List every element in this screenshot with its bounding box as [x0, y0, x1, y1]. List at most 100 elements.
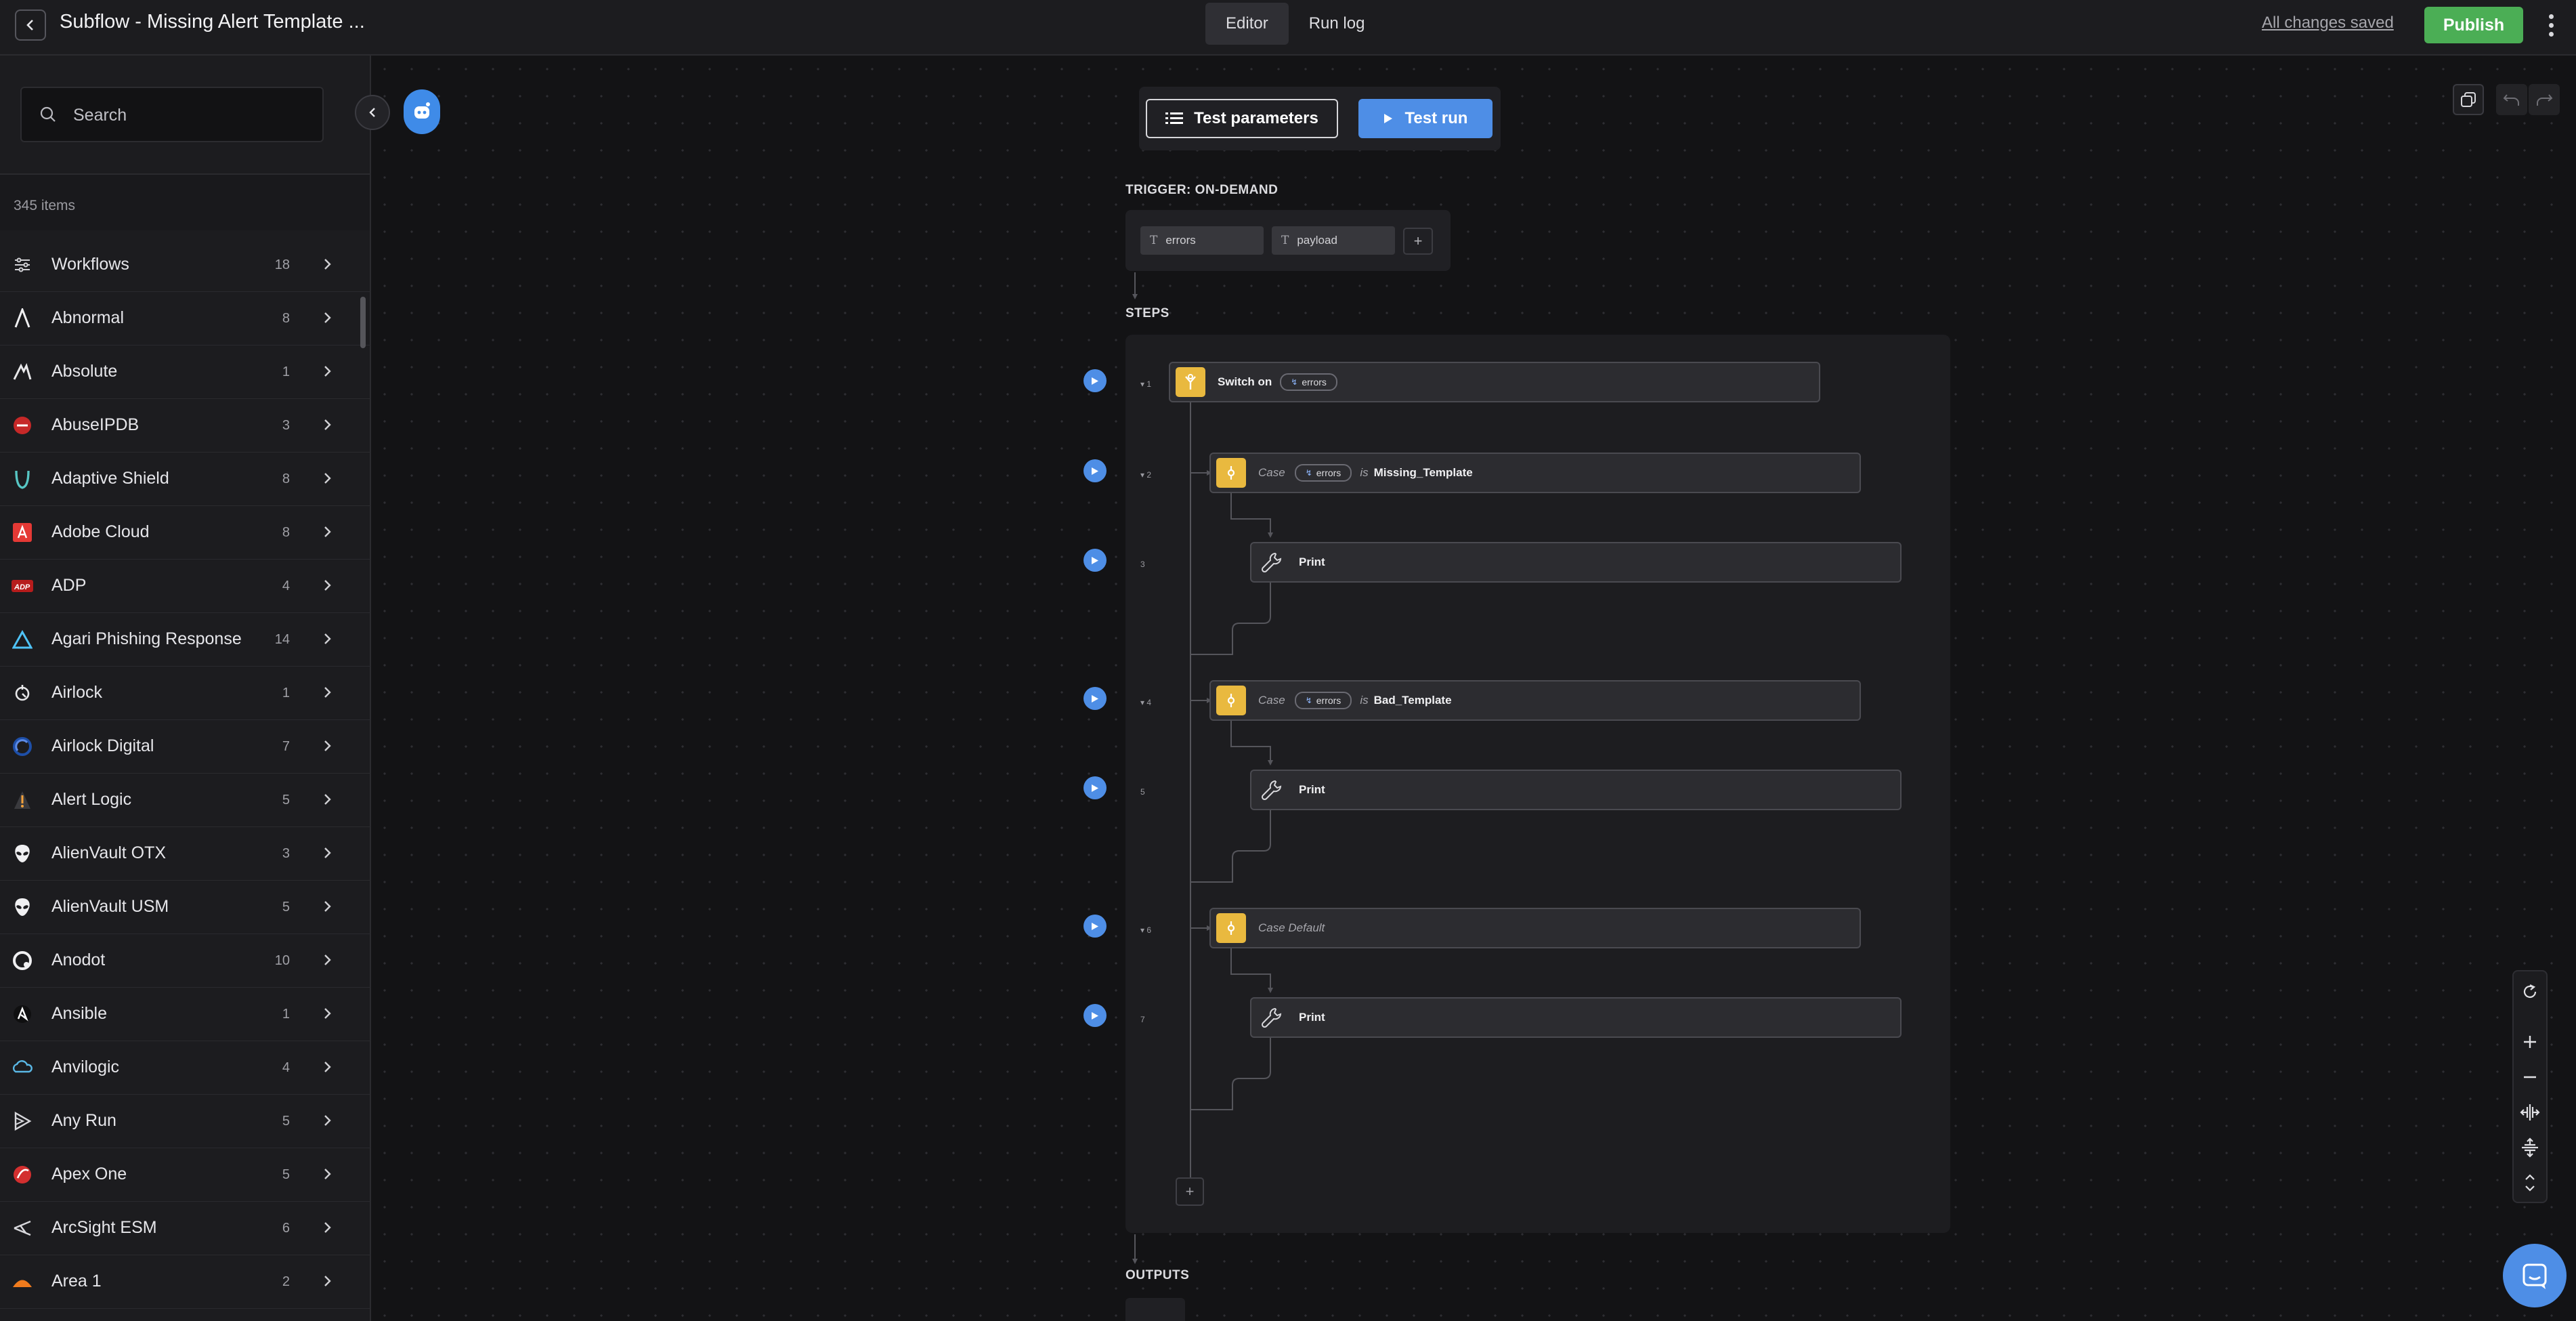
sidebar-item-agari-phishing-response[interactable]: Agari Phishing Response 14 [0, 613, 370, 667]
case-operator: is [1360, 694, 1369, 707]
more-options-icon[interactable] [2541, 9, 2561, 41]
chevron-right-icon[interactable] [322, 1113, 333, 1131]
sidebar-item-ansible[interactable]: Ansible 1 [0, 988, 370, 1041]
chevron-right-icon[interactable] [322, 738, 333, 757]
run-step-button[interactable] [1083, 1004, 1107, 1027]
copy-icon[interactable] [2453, 84, 2484, 115]
fit-width-icon[interactable] [2514, 1096, 2546, 1129]
step-number[interactable]: ▾ 1 [1140, 379, 1155, 389]
sidebar-item-arcsight-esm[interactable]: ArcSight ESM 6 [0, 1202, 370, 1255]
trigger-label: TRIGGER: ON-DEMAND [1125, 183, 1279, 197]
expand-collapse-icon[interactable] [2514, 1167, 2546, 1199]
step-print-node[interactable]: Print [1250, 997, 1902, 1038]
reset-view-icon[interactable] [2514, 976, 2546, 1008]
chevron-right-icon[interactable] [322, 792, 333, 810]
step-case-node[interactable]: Case ↯ errors is Bad_Template [1209, 680, 1861, 721]
sidebar-item-label: AbuseIPDB [51, 415, 139, 434]
sidebar-item-anodot[interactable]: Anodot 10 [0, 934, 370, 988]
sidebar-item-adp[interactable]: ADP ADP 4 [0, 560, 370, 613]
switch-icon [1176, 367, 1205, 397]
chevron-right-icon[interactable] [322, 1167, 333, 1185]
chevron-right-icon[interactable] [322, 1274, 333, 1292]
param-chip-payload[interactable]: T payload [1272, 226, 1395, 255]
step-number[interactable]: ▾ 4 [1140, 698, 1155, 707]
zoom-in-icon[interactable] [2514, 1026, 2546, 1058]
step-case-default-node[interactable]: Case Default [1209, 908, 1861, 948]
sidebar-item-adobe-cloud[interactable]: Adobe Cloud 8 [0, 506, 370, 560]
step-number: 7 [1140, 1015, 1145, 1024]
save-status-link[interactable]: All changes saved [2262, 14, 2394, 33]
zoom-out-icon[interactable] [2514, 1061, 2546, 1093]
undo-icon[interactable] [2496, 84, 2527, 115]
run-step-button[interactable] [1083, 687, 1107, 710]
sidebar-item-absolute[interactable]: Absolute 1 [0, 345, 370, 399]
sidebar-item-apex-one[interactable]: Apex One 5 [0, 1148, 370, 1202]
chevron-right-icon[interactable] [322, 578, 333, 596]
redo-icon[interactable] [2529, 84, 2560, 115]
chevron-right-icon[interactable] [322, 524, 333, 543]
run-step-button[interactable] [1083, 369, 1107, 392]
sidebar-item-airlock[interactable]: Airlock 1 [0, 667, 370, 720]
step-number[interactable]: ▾ 2 [1140, 470, 1155, 480]
sidebar-item-alienvault-usm[interactable]: AlienVault USM 5 [0, 881, 370, 934]
item-count: 345 items [14, 198, 76, 213]
add-parameter-button[interactable]: + [1403, 228, 1433, 255]
chevron-right-icon[interactable] [322, 1006, 333, 1024]
item-count-badge: 5 [282, 793, 290, 808]
sidebar-item-asana[interactable]: Asana12 [0, 1309, 370, 1321]
fit-height-icon[interactable] [2514, 1131, 2546, 1164]
chat-support-icon[interactable] [2503, 1244, 2567, 1307]
tab-run-log[interactable]: Run log [1289, 3, 1386, 45]
tab-editor[interactable]: Editor [1205, 3, 1289, 45]
step-case-node[interactable]: Case ↯ errors is Missing_Template [1209, 453, 1861, 493]
chevron-right-icon[interactable] [322, 631, 333, 650]
chevron-right-icon[interactable] [322, 364, 333, 382]
sidebar-item-airlock-digital[interactable]: Airlock Digital 7 [0, 720, 370, 774]
sidebar-item-area-1[interactable]: Area 1 2 [0, 1255, 370, 1309]
chevron-right-icon[interactable] [322, 952, 333, 971]
sidebar-scrollbar[interactable] [360, 297, 366, 348]
sidebar-item-abuseipdb[interactable]: AbuseIPDB 3 [0, 399, 370, 453]
param-chip-errors[interactable]: T errors [1140, 226, 1264, 255]
publish-button[interactable]: Publish [2424, 7, 2523, 43]
sidebar-item-any-run[interactable]: Any Run 5 [0, 1095, 370, 1148]
step-print-node[interactable]: Print [1250, 542, 1902, 583]
outputs-box[interactable] [1125, 1298, 1185, 1321]
run-step-button[interactable] [1083, 459, 1107, 482]
sidebar-item-label: Airlock Digital [51, 736, 154, 755]
chevron-right-icon[interactable] [322, 845, 333, 864]
chevron-right-icon[interactable] [322, 257, 333, 275]
sidebar-item-abnormal[interactable]: Abnormal 8 [0, 292, 370, 345]
test-parameters-button[interactable]: Test parameters [1146, 99, 1338, 138]
workflow-title[interactable]: Subflow - Missing Alert Template ... [60, 11, 365, 33]
step-number[interactable]: ▾ 6 [1140, 925, 1155, 935]
chevron-right-icon[interactable] [322, 899, 333, 917]
absolute-logo [11, 360, 34, 383]
sidebar-item-adaptive-shield[interactable]: Adaptive Shield 8 [0, 453, 370, 506]
ansible-logo [11, 1003, 34, 1026]
chevron-right-icon[interactable] [322, 1220, 333, 1238]
step-switch-node[interactable]: Switch on ↯ errors [1169, 362, 1820, 402]
step-print-node[interactable]: Print [1250, 770, 1902, 810]
chevron-right-icon[interactable] [322, 685, 333, 703]
search-input[interactable] [72, 88, 312, 142]
ai-assistant-icon[interactable] [404, 89, 440, 134]
back-button[interactable] [15, 9, 46, 41]
sidebar-item-alienvault-otx[interactable]: AlienVault OTX 3 [0, 827, 370, 881]
adaptive-shield-logo [11, 467, 34, 490]
anvilogic-logo [11, 1056, 34, 1079]
sidebar-item-workflows[interactable]: Workflows 18 [0, 238, 370, 292]
test-run-button[interactable]: Test run [1358, 99, 1493, 138]
anyrun-logo [11, 1110, 34, 1133]
chevron-right-icon[interactable] [322, 1060, 333, 1078]
run-step-button[interactable] [1083, 549, 1107, 572]
run-step-button[interactable] [1083, 915, 1107, 938]
sidebar-item-alert-logic[interactable]: Alert Logic 5 [0, 774, 370, 827]
chevron-right-icon[interactable] [322, 471, 333, 489]
chevron-right-icon[interactable] [322, 417, 333, 436]
sidebar-item-anvilogic[interactable]: Anvilogic 4 [0, 1041, 370, 1095]
collapse-sidebar-button[interactable] [355, 95, 390, 130]
add-step-button[interactable]: + [1176, 1177, 1204, 1206]
chevron-right-icon[interactable] [322, 310, 333, 329]
run-step-button[interactable] [1083, 776, 1107, 799]
